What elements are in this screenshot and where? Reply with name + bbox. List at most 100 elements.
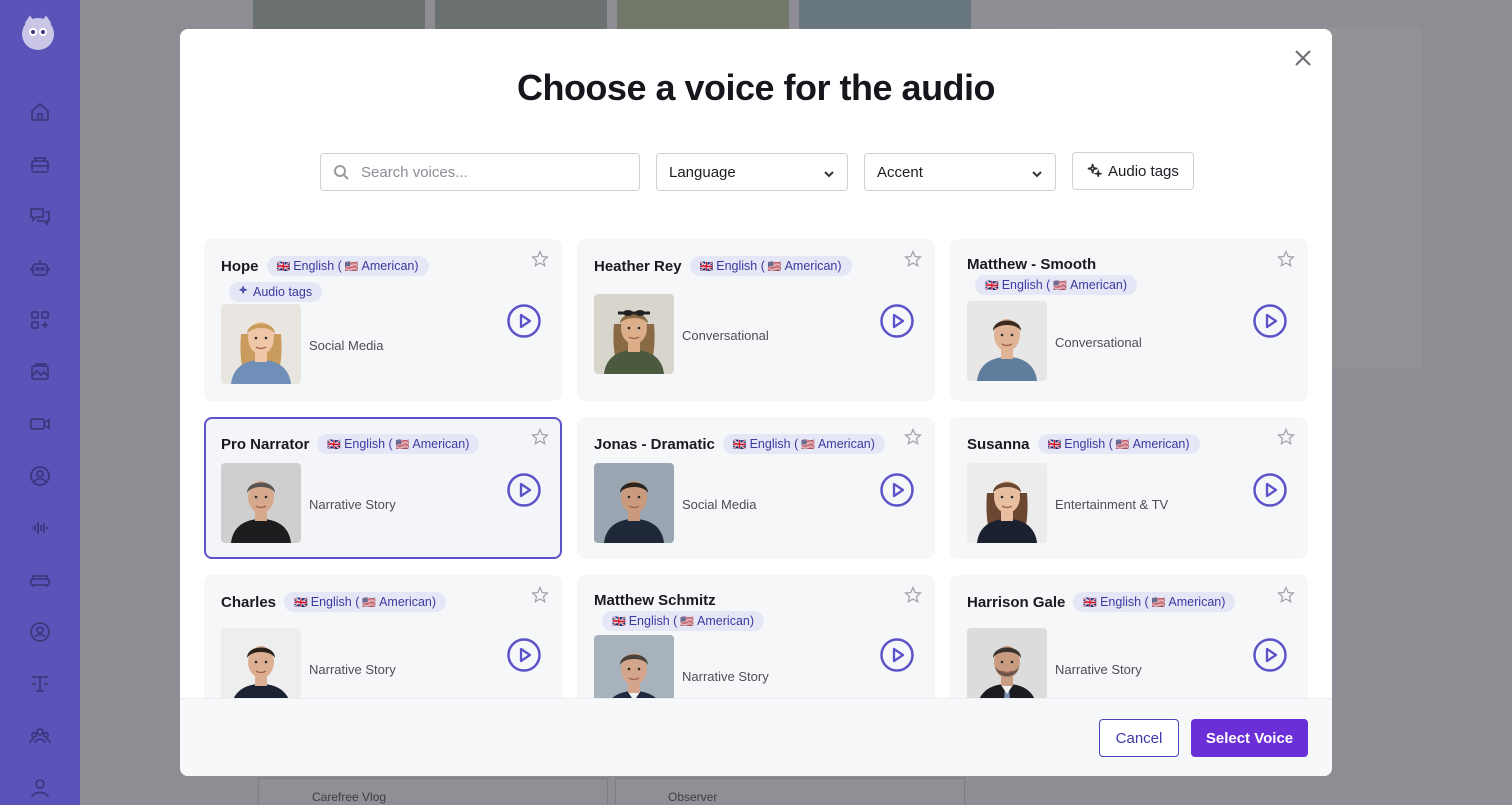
- voice-card[interactable]: Susanna 🇬🇧 English (🇺🇸 American) Entertainme…: [950, 417, 1308, 559]
- accent-label: American): [817, 437, 875, 451]
- image-icon[interactable]: [28, 360, 52, 384]
- play-icon: [1253, 304, 1287, 338]
- user-circle-icon[interactable]: [28, 620, 52, 644]
- audio-tags-filter-button[interactable]: Audio tags: [1072, 152, 1194, 190]
- app-sidebar: [0, 0, 80, 805]
- search-input[interactable]: [361, 154, 631, 190]
- background-thumbnail: [617, 0, 789, 30]
- voice-card[interactable]: Harrison Gale 🇬🇧 English (🇺🇸 American) Narra…: [950, 575, 1308, 698]
- us-flag-icon: 🇺🇸: [395, 438, 410, 451]
- play-preview-button[interactable]: [506, 637, 542, 673]
- app-logo-icon[interactable]: [18, 14, 58, 54]
- cancel-button[interactable]: Cancel: [1099, 719, 1179, 757]
- accent-label: American): [412, 437, 470, 451]
- audio-tags-filter-label: Audio tags: [1108, 162, 1179, 180]
- accent-label: American): [361, 259, 419, 273]
- voice-card[interactable]: Charles 🇬🇧 English (🇺🇸 American) Narrative S…: [204, 575, 562, 698]
- play-preview-button[interactable]: [506, 303, 542, 339]
- favorite-star-icon[interactable]: [530, 585, 550, 605]
- chat-icon[interactable]: [28, 204, 52, 228]
- accent-label: American): [1132, 437, 1190, 451]
- play-icon: [1253, 638, 1287, 672]
- voice-name: Charles: [221, 593, 277, 611]
- favorite-star-icon[interactable]: [1276, 249, 1296, 269]
- voice-category: Narrative Story: [682, 669, 769, 684]
- language-select-value: Language: [669, 164, 736, 181]
- voice-card[interactable]: Hope 🇬🇧 English (🇺🇸 American) Audio tags Soci…: [204, 239, 562, 401]
- language-badge: 🇬🇧 English (🇺🇸 American): [317, 434, 480, 454]
- play-icon: [880, 473, 914, 507]
- sparkle-icon: [239, 285, 250, 299]
- language-label: English (: [1100, 595, 1149, 609]
- favorite-star-icon[interactable]: [530, 249, 550, 269]
- voice-name: Matthew - Smooth: [967, 256, 1097, 273]
- voice-avatar: [594, 635, 674, 698]
- voice-card[interactable]: Heather Rey 🇬🇧 English (🇺🇸 American) Convers…: [577, 239, 935, 401]
- language-badge: 🇬🇧 English (🇺🇸 American): [284, 592, 447, 612]
- avatar-icon[interactable]: [28, 464, 52, 488]
- play-preview-button[interactable]: [879, 303, 915, 339]
- voice-avatar: [967, 628, 1047, 698]
- background-thumbnail: [253, 0, 425, 30]
- language-label: English (: [1064, 437, 1113, 451]
- voice-grid: Hope 🇬🇧 English (🇺🇸 American) Audio tags Soci…: [204, 239, 1308, 698]
- robot-icon[interactable]: [28, 256, 52, 280]
- play-icon: [1253, 473, 1287, 507]
- apps-icon[interactable]: [28, 308, 52, 332]
- audio-wave-icon[interactable]: [28, 516, 52, 540]
- play-preview-button[interactable]: [879, 472, 915, 508]
- language-badge: 🇬🇧 English (🇺🇸 American): [689, 256, 852, 276]
- voice-card-header: Matthew Schmitz 🇬🇧 English (🇺🇸 American): [594, 592, 893, 631]
- voice-card[interactable]: Jonas - Dramatic 🇬🇧 English (🇺🇸 American) So…: [577, 417, 935, 559]
- uk-flag-icon: 🇬🇧: [612, 615, 626, 628]
- us-flag-icon: 🇺🇸: [344, 260, 359, 273]
- background-card-label: Observer: [668, 790, 718, 804]
- home-icon[interactable]: [28, 100, 52, 124]
- voice-avatar: [967, 463, 1047, 543]
- layers-icon[interactable]: [28, 152, 52, 176]
- sofa-icon[interactable]: [28, 568, 52, 592]
- voice-category: Narrative Story: [1055, 662, 1142, 677]
- favorite-star-icon[interactable]: [903, 427, 923, 447]
- language-label: English (: [716, 259, 765, 273]
- language-select[interactable]: Language: [656, 153, 848, 191]
- us-flag-icon: 🇺🇸: [680, 615, 695, 628]
- background-card-label: Carefree Vlog: [312, 790, 387, 804]
- favorite-star-icon[interactable]: [903, 249, 923, 269]
- play-preview-button[interactable]: [1252, 472, 1288, 508]
- play-preview-button[interactable]: [1252, 303, 1288, 339]
- video-icon[interactable]: [28, 412, 52, 436]
- accent-label: American): [1070, 278, 1128, 292]
- search-box[interactable]: [320, 153, 640, 191]
- uk-flag-icon: 🇬🇧: [985, 279, 999, 292]
- play-preview-button[interactable]: [879, 637, 915, 673]
- language-label: English (: [1001, 278, 1051, 292]
- play-preview-button[interactable]: [506, 472, 542, 508]
- close-button[interactable]: [1292, 47, 1314, 69]
- voice-card-header: Charles 🇬🇧 English (🇺🇸 American): [221, 592, 520, 612]
- voice-card[interactable]: Pro Narrator 🇬🇧 English (🇺🇸 American) Narrat…: [204, 417, 562, 559]
- profile-icon[interactable]: [28, 776, 52, 800]
- uk-flag-icon: 🇬🇧: [276, 260, 291, 273]
- play-preview-button[interactable]: [1252, 637, 1288, 673]
- favorite-star-icon[interactable]: [903, 585, 923, 605]
- language-label: English (: [749, 437, 799, 451]
- voice-card[interactable]: Matthew - Smooth 🇬🇧 English (🇺🇸 American) Co…: [950, 239, 1308, 401]
- favorite-star-icon[interactable]: [1276, 585, 1296, 605]
- voice-card[interactable]: Matthew Schmitz 🇬🇧 English (🇺🇸 American) Nar…: [577, 575, 935, 698]
- language-label: English (: [628, 614, 678, 628]
- text-tool-icon[interactable]: [28, 672, 52, 696]
- voice-category: Social Media: [682, 497, 757, 512]
- favorite-star-icon[interactable]: [530, 427, 550, 447]
- team-icon[interactable]: [28, 724, 52, 748]
- accent-select[interactable]: Accent: [864, 153, 1056, 191]
- voice-card-header: Pro Narrator 🇬🇧 English (🇺🇸 American): [221, 434, 520, 454]
- play-icon: [880, 304, 914, 338]
- accent-label: American): [379, 595, 437, 609]
- voice-card-header: Susanna 🇬🇧 English (🇺🇸 American): [967, 434, 1266, 454]
- select-voice-button[interactable]: Select Voice: [1191, 719, 1308, 757]
- favorite-star-icon[interactable]: [1276, 427, 1296, 447]
- language-label: English (: [344, 437, 393, 451]
- play-icon: [880, 638, 914, 672]
- us-flag-icon: 🇺🇸: [801, 438, 815, 451]
